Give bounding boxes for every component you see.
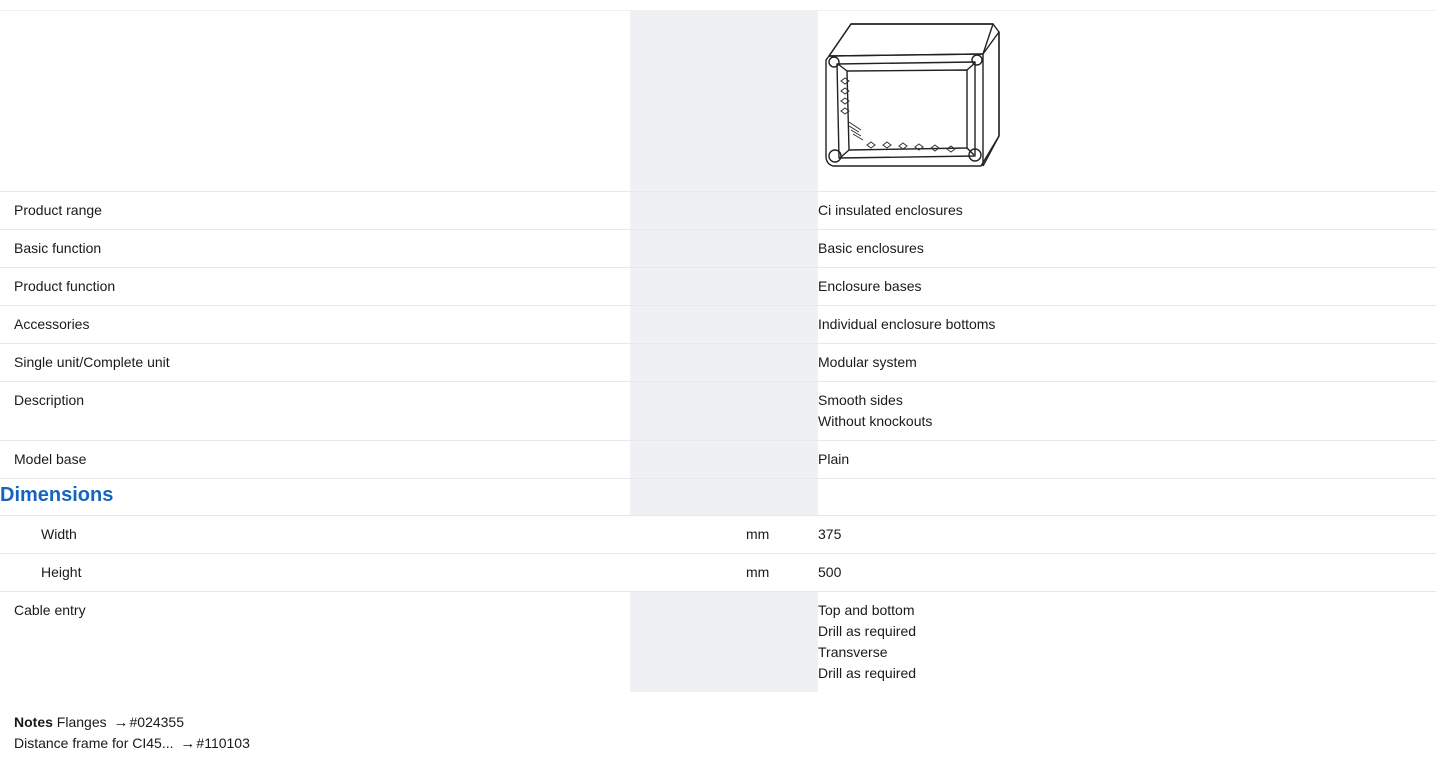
spec-row: Product function Enclosure bases <box>0 267 1436 306</box>
spec-label: Description <box>0 381 630 441</box>
spec-table: Product range Ci insulated enclosures Ba… <box>0 10 1436 692</box>
value-line: Top and bottom <box>818 602 915 618</box>
spec-label: Product function <box>0 267 630 306</box>
notes-block: Notes Flanges → #024355 Distance frame fo… <box>14 712 250 754</box>
spec-row: Description Smooth sides Without knockou… <box>0 381 1436 441</box>
notes-heading: Notes <box>14 714 53 730</box>
unit-label: mm <box>743 515 818 554</box>
spec-row: Width mm 375 <box>0 515 1436 554</box>
spec-value: Top and bottom Drill as required Transve… <box>818 591 1436 692</box>
notes-text: Flanges <box>56 714 107 730</box>
spec-row: Basic function Basic enclosures <box>0 229 1436 268</box>
spec-row: Cable entry Top and bottom Drill as requ… <box>0 591 1436 692</box>
product-image-row <box>0 10 1436 192</box>
value-line: Smooth sides <box>818 392 903 408</box>
spec-value: Individual enclosure bottoms <box>818 305 1436 344</box>
section-title: Dimensions <box>0 478 630 516</box>
spec-value: 375 <box>818 515 1436 554</box>
spec-row: Product range Ci insulated enclosures <box>0 191 1436 230</box>
spec-label: Cable entry <box>0 591 630 692</box>
spec-label: Height <box>0 553 630 592</box>
value-line: Drill as required <box>818 623 917 639</box>
spec-label: Model base <box>0 440 630 479</box>
spec-label: Width <box>0 515 630 554</box>
spec-page: Product range Ci insulated enclosures Ba… <box>0 0 1436 763</box>
notes-line: Notes Flanges → #024355 <box>14 712 250 733</box>
arrow-right-icon: → <box>180 735 195 752</box>
spec-value: Ci insulated enclosures <box>818 191 1436 230</box>
spec-label: Single unit/Complete unit <box>0 343 630 382</box>
spec-label: Accessories <box>0 305 630 344</box>
spec-row: Height mm 500 <box>0 553 1436 592</box>
spec-row: Model base Plain <box>0 440 1436 479</box>
notes-text: Distance frame for CI45... <box>14 735 174 751</box>
spec-value: 500 <box>818 553 1436 592</box>
unit-label: mm <box>743 553 818 592</box>
spec-value: Basic enclosures <box>818 229 1436 268</box>
value-line: Drill as required <box>818 665 917 681</box>
enclosure-illustration <box>825 23 1000 167</box>
spec-label: Basic function <box>0 229 630 268</box>
spec-value: Smooth sides Without knockouts <box>818 381 1436 441</box>
section-row: Dimensions <box>0 478 1436 516</box>
spec-label: Product range <box>0 191 630 230</box>
spec-value: Plain <box>818 440 1436 479</box>
reference-link[interactable]: #024355 <box>130 714 185 730</box>
spec-value: Enclosure bases <box>818 267 1436 306</box>
reference-link[interactable]: #110103 <box>196 735 249 751</box>
spec-row: Single unit/Complete unit Modular system <box>0 343 1436 382</box>
value-line: Transverse <box>818 644 888 660</box>
spec-value: Modular system <box>818 343 1436 382</box>
value-line: Without knockouts <box>818 413 933 429</box>
notes-line: Distance frame for CI45... → #110103 <box>14 733 250 754</box>
spec-row: Accessories Individual enclosure bottoms <box>0 305 1436 344</box>
arrow-right-icon: → <box>113 714 129 731</box>
